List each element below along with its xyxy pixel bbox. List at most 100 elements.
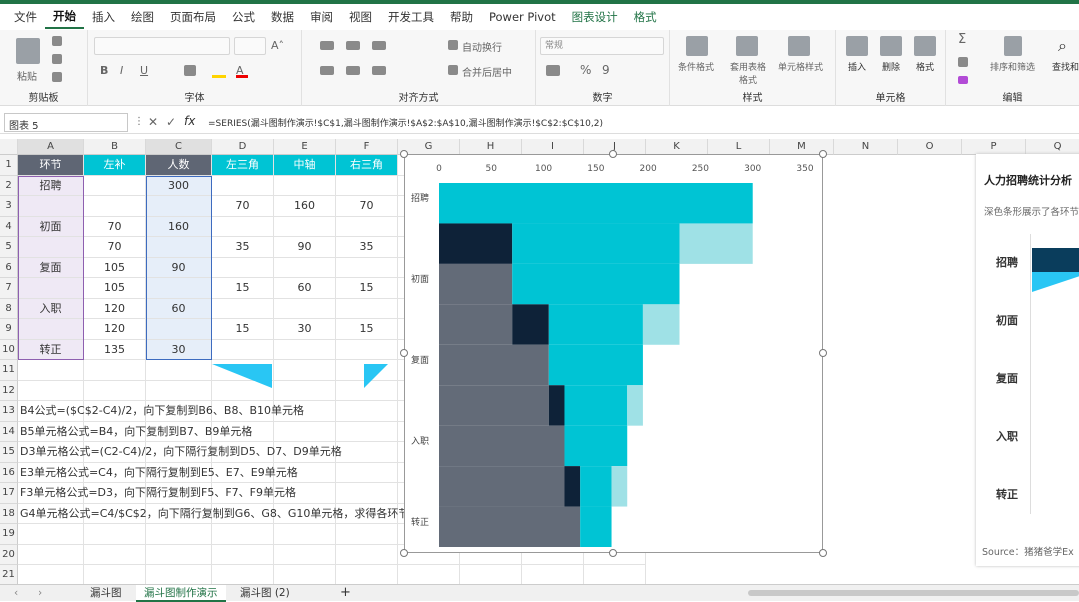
data-cell[interactable]: [336, 175, 398, 196]
menu-tab-5[interactable]: 公式: [224, 4, 263, 30]
data-cell[interactable]: [18, 237, 84, 258]
data-cell[interactable]: 105: [84, 278, 146, 299]
column-header-C[interactable]: C: [146, 139, 212, 155]
data-cell[interactable]: [212, 175, 274, 196]
cell[interactable]: [18, 380, 84, 401]
data-cell[interactable]: 60: [274, 278, 336, 299]
resize-handle-t[interactable]: [609, 150, 617, 158]
data-cell[interactable]: 35: [336, 237, 398, 258]
column-header-A[interactable]: A: [18, 139, 84, 155]
column-header-P[interactable]: P: [962, 139, 1026, 155]
select-all-corner[interactable]: [0, 139, 18, 155]
resize-handle-bl[interactable]: [400, 549, 408, 557]
data-cell[interactable]: 15: [336, 319, 398, 340]
funnel-bar-segment[interactable]: [548, 344, 643, 386]
cell[interactable]: [146, 544, 212, 565]
align-bottom-icon[interactable]: [372, 41, 386, 50]
number-format-select[interactable]: 常规: [540, 37, 664, 55]
font-size-select[interactable]: [234, 37, 266, 55]
resize-handle-tl[interactable]: [400, 150, 408, 158]
cell[interactable]: [212, 565, 274, 584]
row-header-9[interactable]: 9: [0, 319, 18, 340]
cell[interactable]: [18, 360, 84, 381]
funnel-bar-segment[interactable]: [627, 385, 643, 426]
formula-note[interactable]: D3单元格公式=(C2-C4)/2，向下隔行复制到D5、D7、D9单元格: [20, 442, 342, 462]
data-cell[interactable]: 120: [84, 319, 146, 340]
cell[interactable]: [18, 565, 84, 584]
data-cell[interactable]: [274, 257, 336, 278]
data-cell[interactable]: 转正: [18, 339, 84, 360]
data-cell[interactable]: 90: [274, 237, 336, 258]
formula-note[interactable]: G4单元格公式=C4/$C$2，向下隔行复制到G6、G8、G10单元格，求得各环…: [20, 504, 409, 524]
menu-tab-8[interactable]: 视图: [341, 4, 380, 30]
header-cell[interactable]: 中轴: [274, 155, 336, 176]
border-icon[interactable]: [184, 65, 196, 76]
funnel-bar-segment[interactable]: [439, 425, 565, 467]
paste-label[interactable]: 粘贴: [17, 68, 37, 83]
data-cell[interactable]: 70: [336, 196, 398, 217]
scroll-right-icon[interactable]: ›: [30, 585, 50, 602]
data-cell[interactable]: 105: [84, 257, 146, 278]
row-header-21[interactable]: 21: [0, 565, 18, 584]
horizontal-scrollbar[interactable]: [748, 590, 1079, 596]
row-header-11[interactable]: 11: [0, 360, 18, 381]
row-header-8[interactable]: 8: [0, 298, 18, 319]
sort-filter-button[interactable]: 排序和筛选: [990, 60, 1035, 73]
fill-icon[interactable]: [958, 57, 968, 67]
funnel-bar-segment[interactable]: [439, 466, 565, 507]
data-cell[interactable]: 30: [274, 319, 336, 340]
cell[interactable]: [84, 360, 146, 381]
scroll-left-icon[interactable]: ‹: [6, 585, 26, 602]
row-header-10[interactable]: 10: [0, 339, 18, 360]
cell[interactable]: [84, 565, 146, 584]
find-select-button[interactable]: 查找和选择: [1052, 60, 1079, 73]
funnel-bar-segment[interactable]: [642, 304, 680, 345]
data-cell[interactable]: 复面: [18, 257, 84, 278]
paste-icon[interactable]: [16, 38, 40, 64]
row-header-13[interactable]: 13: [0, 401, 18, 422]
row-header-17[interactable]: 17: [0, 483, 18, 504]
row-header-20[interactable]: 20: [0, 544, 18, 565]
resize-handle-br[interactable]: [819, 549, 827, 557]
data-cell[interactable]: 15: [212, 278, 274, 299]
enter-icon[interactable]: ✓: [166, 115, 176, 129]
cell[interactable]: [274, 421, 336, 442]
data-cell[interactable]: [146, 278, 212, 299]
funnel-bar-segment[interactable]: [439, 304, 513, 345]
formula-input[interactable]: =SERIES(漏斗图制作演示!$C$1,漏斗图制作演示!$A$2:$A$10,…: [208, 116, 603, 129]
data-cell[interactable]: [336, 339, 398, 360]
cell[interactable]: [212, 524, 274, 545]
funnel-bar-segment[interactable]: [439, 263, 513, 305]
insert-cells-button[interactable]: 插入: [848, 60, 866, 73]
funnel-chart[interactable]: 0 50 100 150 200 250 300 350 招聘 初面 复面 入职 转正: [404, 154, 823, 553]
data-cell[interactable]: 120: [84, 298, 146, 319]
data-cell[interactable]: [212, 257, 274, 278]
data-cell[interactable]: [336, 298, 398, 319]
cell[interactable]: [336, 421, 398, 442]
cell-style-icon[interactable]: [788, 36, 810, 56]
add-sheet-icon[interactable]: +: [332, 585, 359, 602]
data-cell[interactable]: [146, 237, 212, 258]
cell[interactable]: [146, 380, 212, 401]
cell[interactable]: [336, 401, 398, 422]
comma-icon[interactable]: 9: [602, 63, 610, 77]
data-cell[interactable]: [84, 175, 146, 196]
align-middle-icon[interactable]: [346, 41, 360, 50]
menu-tab-3[interactable]: 绘图: [123, 4, 162, 30]
column-header-D[interactable]: D: [212, 139, 274, 155]
row-header-1[interactable]: 1: [0, 155, 18, 176]
triangle-shape-left[interactable]: [212, 364, 272, 388]
funnel-bar-segment[interactable]: [564, 385, 628, 426]
data-cell[interactable]: [18, 196, 84, 217]
wrap-text-button[interactable]: 自动换行: [462, 39, 502, 54]
header-cell[interactable]: 环节: [18, 155, 84, 176]
cell[interactable]: [84, 544, 146, 565]
cell[interactable]: [18, 524, 84, 545]
funnel-bar-segment[interactable]: [564, 466, 581, 507]
column-header-E[interactable]: E: [274, 139, 336, 155]
menu-tab-1[interactable]: 开始: [45, 5, 84, 29]
funnel-bar-segment[interactable]: [580, 466, 612, 507]
data-cell[interactable]: [18, 319, 84, 340]
column-header-L[interactable]: L: [708, 139, 770, 155]
data-cell[interactable]: [274, 175, 336, 196]
